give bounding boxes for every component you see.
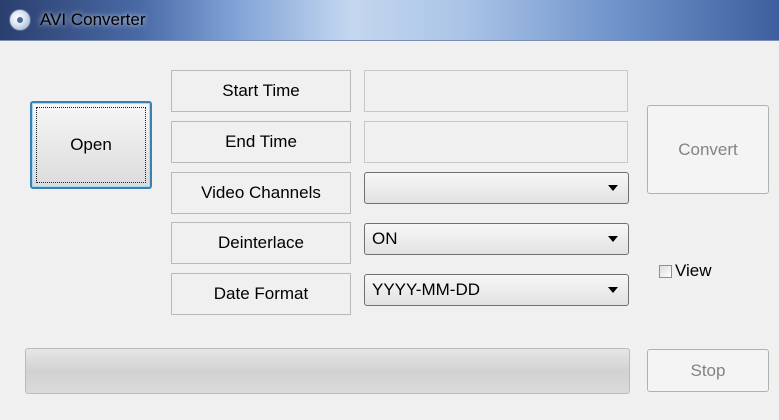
stop-button[interactable]: Stop [647,349,769,392]
video-channels-select[interactable] [364,172,629,204]
date-format-label: Date Format [171,273,351,315]
end-time-label: End Time [171,121,351,163]
start-time-field[interactable] [364,70,628,112]
stop-button-label: Stop [690,360,726,380]
focus-rectangle [36,107,146,183]
view-checkbox-box[interactable] [659,264,672,278]
end-time-field[interactable] [364,121,628,163]
convert-button-label: Convert [678,139,738,159]
deinterlace-value: ON [372,229,398,248]
window-title: AVI Converter [40,10,146,29]
progress-bar [25,348,630,394]
deinterlace-label: Deinterlace [171,222,351,264]
chevron-down-icon [608,236,618,242]
date-format-select[interactable]: YYYY-MM-DD [364,274,629,306]
date-format-value: YYYY-MM-DD [372,280,480,299]
start-time-label: Start Time [171,70,351,112]
deinterlace-select[interactable]: ON [364,223,629,255]
convert-button[interactable]: Convert [647,105,769,194]
title-bar: AVI Converter [0,0,779,41]
view-checkbox-label: View [675,261,712,280]
app-disc-icon [9,9,31,31]
chevron-down-icon [608,185,618,191]
chevron-down-icon [608,287,618,293]
open-button[interactable]: Open [30,101,152,189]
view-checkbox[interactable]: View [659,261,712,281]
video-channels-label: Video Channels [171,172,351,214]
